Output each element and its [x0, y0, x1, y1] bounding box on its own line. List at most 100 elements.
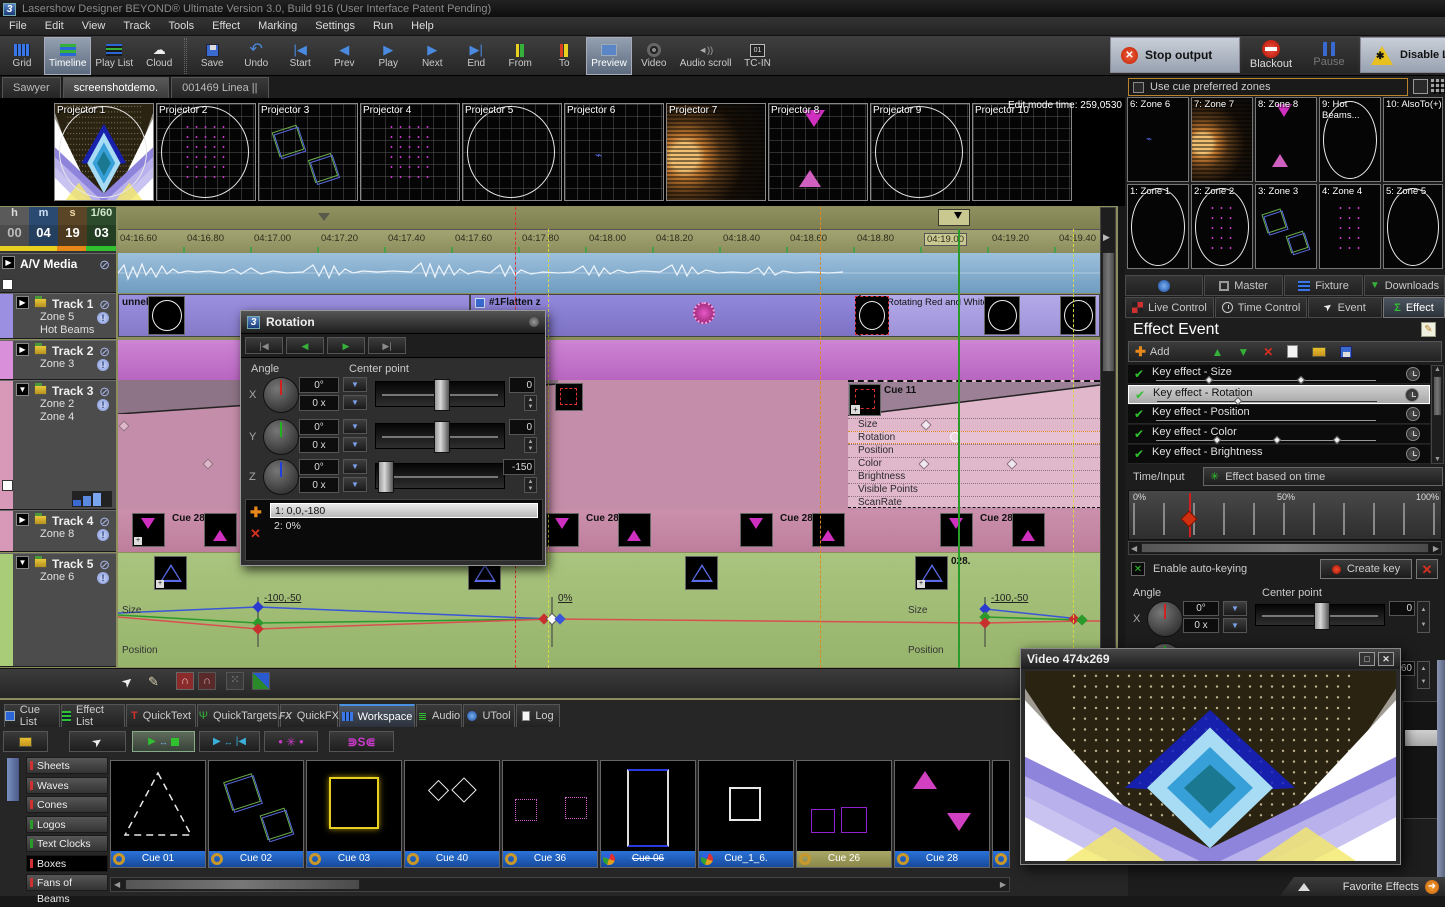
to-button[interactable]: To [542, 37, 586, 75]
key-row-size[interactable]: Size [848, 418, 1100, 431]
projector-5-preview[interactable]: Projector 5 [462, 103, 562, 201]
projector-8-preview[interactable]: Projector 8 [768, 103, 868, 201]
x-angle-knob[interactable] [263, 377, 299, 413]
save-disk-icon[interactable] [1340, 346, 1352, 358]
start-button[interactable]: |◀Start [278, 37, 322, 75]
cue-thumbnail[interactable] [1060, 296, 1096, 335]
x-dropdown2[interactable]: ▼ [1223, 618, 1247, 633]
x-dropdown[interactable]: ▼ [1223, 601, 1247, 616]
y-center-slider[interactable] [375, 423, 505, 449]
clock-icon[interactable] [1405, 388, 1419, 402]
z-center-slider[interactable] [375, 463, 505, 489]
key-list-item-selected[interactable]: 1: 0,0,-180 [270, 503, 538, 518]
rotation-key-list[interactable]: ✚ ✕ 1: 0,0,-180 2: 0% [245, 499, 543, 561]
star-effect-button[interactable]: ●✳● [264, 731, 318, 752]
category-logos[interactable]: Logos [26, 816, 108, 833]
tab-time-control[interactable]: Time Control [1215, 297, 1307, 318]
menu-track[interactable]: Track [114, 17, 159, 36]
cue-hscrollbar[interactable]: ◀ ▶ [110, 877, 1010, 892]
tab-log[interactable]: Log [516, 704, 560, 727]
tab-utool[interactable]: UTool [463, 704, 515, 727]
zone-cell-4[interactable]: 4: Zone 4 [1319, 184, 1381, 269]
x-center-value[interactable]: 0 [1389, 601, 1415, 616]
effect-based-on-time-button[interactable]: ✳ Effect based on time [1203, 467, 1443, 486]
doc-tab-screenshotdemo[interactable]: screenshotdemo. [63, 77, 169, 98]
cue-thumbnail[interactable] [984, 296, 1020, 335]
x-spinner[interactable]: ▲▼ [524, 395, 537, 411]
tab-globe[interactable] [1125, 275, 1203, 296]
new-doc-icon[interactable] [1287, 345, 1298, 358]
menu-tools[interactable]: Tools [159, 17, 203, 36]
zone-cell-2[interactable]: 2: Zone 2 [1191, 184, 1253, 269]
end-button[interactable]: ▶|End [454, 37, 498, 75]
use-cue-zones-checkbox[interactable] [1133, 82, 1144, 93]
cue-cell-28[interactable]: Cue 28 [894, 760, 990, 868]
key-row-visible-points[interactable]: Visible Points [848, 483, 1100, 496]
use-cue-zones-row[interactable]: Use cue preferred zones [1128, 78, 1408, 96]
panel-right-scrollbar[interactable] [1437, 660, 1445, 885]
s-effect-button[interactable]: ⋑S⋐ [329, 731, 394, 752]
nav-next-button[interactable]: ▶ [327, 337, 365, 354]
track1-header[interactable]: ▶ Track 1 Zone 5 Hot Beams ⊘ ! [0, 293, 116, 339]
grid-snap-icon[interactable] [252, 672, 270, 690]
save-button[interactable]: Save [190, 37, 234, 75]
x-slider-handle[interactable] [1314, 602, 1330, 630]
mute-icon[interactable]: ⊘ [99, 344, 110, 360]
delete-key-button[interactable]: ✕ [1416, 559, 1438, 579]
arrow-right-icon[interactable]: ➜ [1425, 880, 1439, 894]
cue-cell-03[interactable]: Cue 03 [306, 760, 402, 868]
grid-button[interactable]: Grid [0, 37, 44, 75]
effect-row-color[interactable]: ✔ Key effect - Color [1128, 425, 1430, 444]
kf-hscrollbar[interactable]: ◀ ▶ [1128, 541, 1442, 555]
y-dropdown[interactable]: ▼ [343, 419, 367, 434]
category-sheets[interactable]: Sheets [26, 757, 108, 774]
menu-help[interactable]: Help [402, 17, 443, 36]
cue-thumbnail[interactable]: + [915, 556, 948, 590]
cue-thumbnail[interactable] [812, 513, 845, 547]
keyframe-diamond[interactable] [118, 420, 129, 431]
track-expand-icon[interactable]: ▶ [2, 256, 15, 269]
play-return-mode-button[interactable]: ▶↔|◀ [199, 731, 260, 752]
zone-cell-3[interactable]: 3: Zone 3 [1255, 184, 1317, 269]
close-icon[interactable]: ✕ [1378, 652, 1394, 666]
effect-list-scrollbar[interactable]: ▲ ▼ [1431, 365, 1444, 464]
key-row-rotation[interactable]: Rotation [848, 431, 1100, 444]
marker-strip[interactable] [118, 207, 1100, 229]
tab-effect-list[interactable]: Effect List [61, 704, 125, 727]
z-dropdown2[interactable]: ▼ [343, 477, 367, 492]
clock-icon[interactable] [1406, 367, 1420, 381]
copy-view-icon[interactable] [1413, 79, 1428, 94]
tab-audio[interactable]: ≣Audio [416, 704, 462, 727]
cue-thumbnail[interactable] [855, 296, 889, 335]
tab-cue-list[interactable]: Cue List [4, 704, 60, 727]
key-row-position[interactable]: Position [848, 444, 1100, 457]
track2-header[interactable]: ▶ Track 2 Zone 3 ⊘ ! [0, 340, 116, 380]
stop-output-button[interactable]: ✕Stop output [1110, 37, 1240, 73]
cue-cell-40[interactable]: Cue 40 [404, 760, 500, 868]
category-waves[interactable]: Waves [26, 777, 108, 794]
add-effect-button[interactable]: ✚Add [1135, 344, 1169, 360]
tab-quicktargets[interactable]: ΨQuickTargets [197, 704, 279, 727]
video-window-titlebar[interactable]: Video 474x269 □ ✕ [1021, 649, 1400, 669]
x-angle-value[interactable]: 0° [1183, 601, 1219, 616]
cue-thumbnail[interactable] [204, 513, 237, 547]
keyframe-ruler[interactable]: 0% 50% 100% [1128, 490, 1442, 540]
projector-10-preview[interactable]: Projector 10 [972, 103, 1072, 201]
scroll-arrow-icon[interactable]: ▶ [1103, 232, 1110, 243]
cue-start-thumb[interactable] [555, 383, 583, 411]
maximize-icon[interactable]: □ [1359, 652, 1375, 666]
cue-thumbnail[interactable] [546, 513, 579, 547]
menu-effect[interactable]: Effect [203, 17, 249, 36]
tab-quicktext[interactable]: TQuickText [126, 704, 196, 727]
mute-icon[interactable]: ⊘ [99, 257, 110, 273]
effect-row-rotation[interactable]: ✔ Key effect - Rotation [1128, 385, 1430, 404]
cue-cell-01[interactable]: Cue 01 [110, 760, 206, 868]
z-angle-knob[interactable] [263, 459, 299, 495]
cue-thumbnail[interactable] [940, 513, 973, 547]
menu-file[interactable]: File [0, 17, 36, 36]
x-center-slider[interactable] [1255, 604, 1385, 626]
track4-header[interactable]: ▶ Track 4 Zone 8 ⊘ ! [0, 510, 116, 552]
x-spinner[interactable]: ▲▼ [1417, 601, 1430, 633]
menu-run[interactable]: Run [364, 17, 402, 36]
tab-fixture[interactable]: Fixture [1284, 275, 1363, 296]
